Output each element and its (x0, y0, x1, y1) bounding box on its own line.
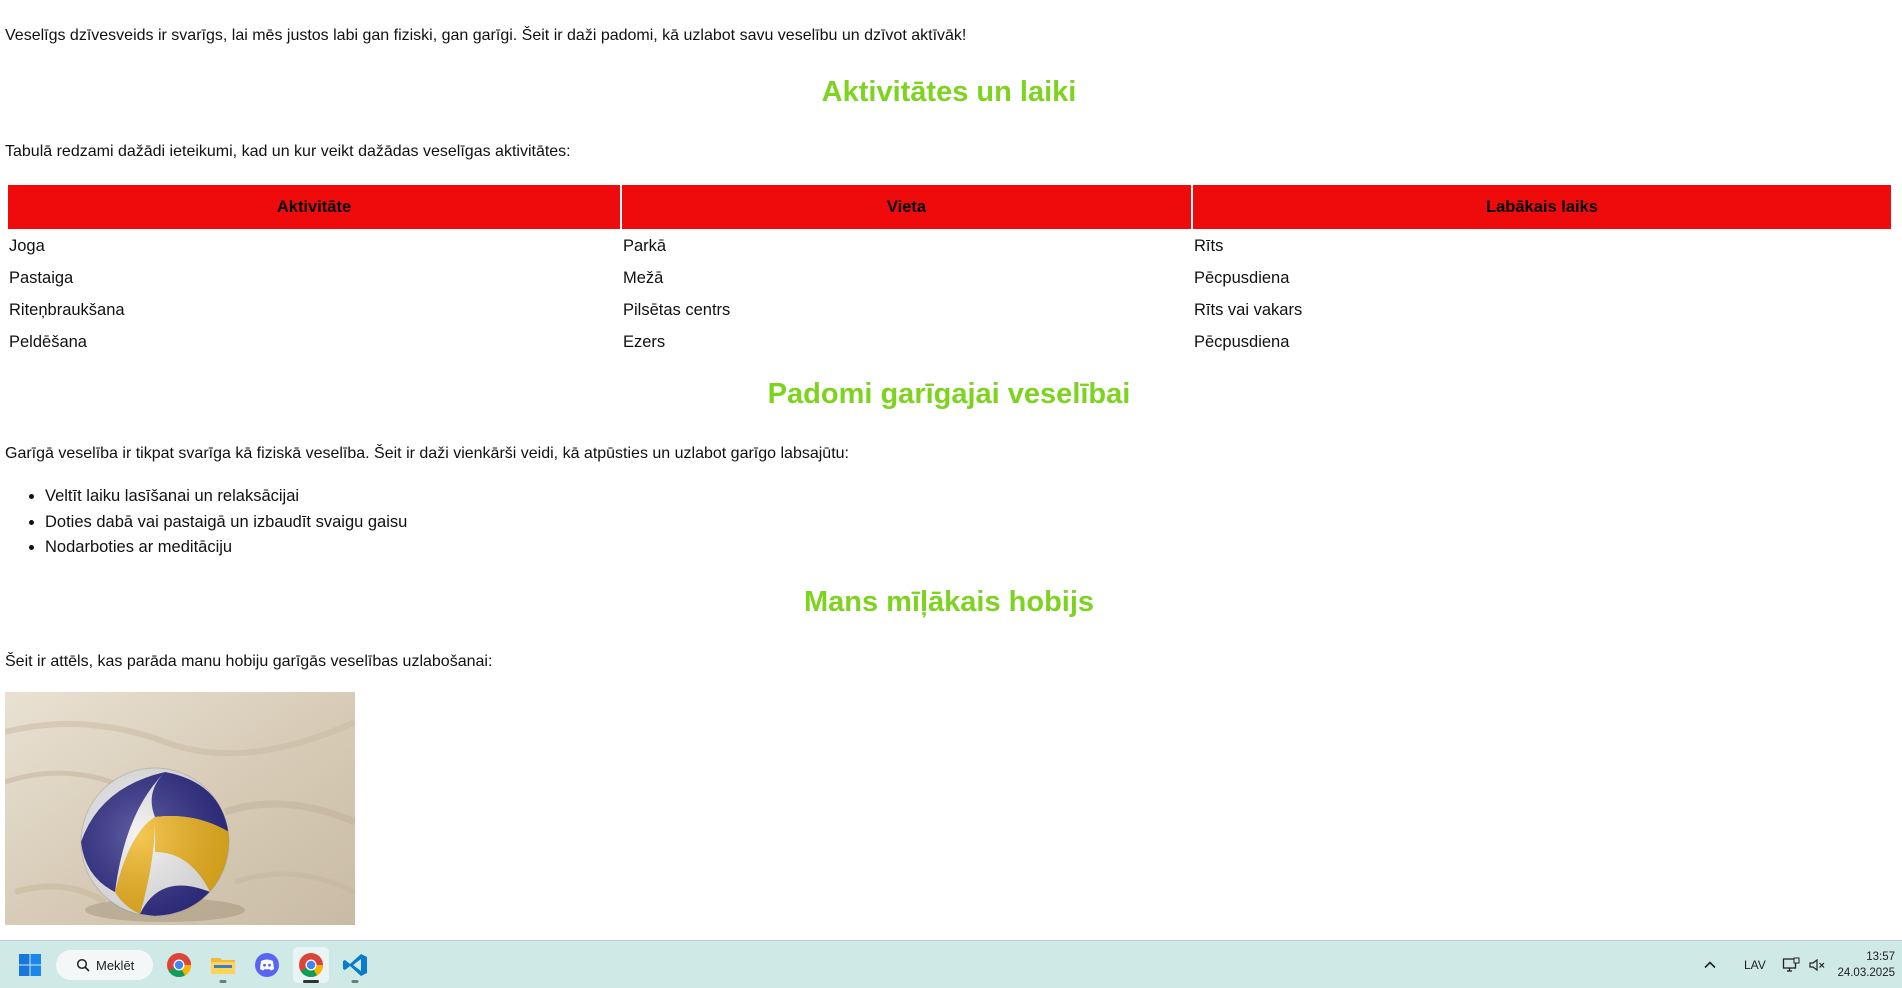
taskbar-app-chrome[interactable] (161, 947, 197, 983)
volume-muted-icon (1809, 958, 1825, 971)
taskbar-search[interactable]: Meklēt (56, 950, 153, 980)
volleyball-image (5, 692, 355, 925)
intro-paragraph: Veselīgs dzīvesveids ir svarīgs, lai mēs… (5, 27, 967, 44)
running-indicator (219, 980, 227, 983)
activities-table: Aktivitāte Vieta Labākais laiks Joga Par… (6, 183, 1893, 359)
tray-overflow-button[interactable] (1703, 941, 1717, 988)
column-header-place: Vieta (622, 185, 1191, 229)
hobby-intro: Šeit ir attēls, kas parāda manu hobiju g… (5, 653, 493, 670)
taskbar-app-vscode[interactable] (337, 947, 373, 983)
table-row: Joga Parkā Rīts (8, 231, 1891, 261)
browser-page: Veselīgs dzīvesveids ir svarīgs, lai mēs… (0, 0, 1902, 940)
table-cell: Rīts vai vakars (1194, 300, 1303, 319)
table-cell: Parkā (623, 236, 667, 255)
clock-time: 13:57 (1866, 951, 1895, 963)
network-icon (1782, 957, 1800, 972)
vscode-icon (343, 954, 367, 976)
mental-health-tips-list: Veltīt laiku lasīšanai un relaksācijai D… (0, 484, 407, 561)
list-item: Nodarboties ar meditāciju (45, 535, 407, 561)
active-indicator (303, 980, 319, 983)
taskbar-app-chrome-active[interactable] (293, 947, 329, 983)
table-row: Peldēšana Ezers Pēcpusdiena (8, 327, 1891, 357)
table-row: Riteņbraukšana Pilsētas centrs Rīts vai … (8, 295, 1891, 325)
network-icon-button[interactable] (1782, 941, 1800, 988)
volume-icon-button[interactable] (1808, 941, 1826, 988)
table-header-row: Aktivitāte Vieta Labākais laiks (8, 185, 1891, 229)
chrome-icon (299, 953, 323, 978)
language-label: LAV (1744, 957, 1766, 972)
start-button[interactable] (12, 947, 48, 983)
column-header-best-time: Labākais laiks (1193, 185, 1891, 229)
windows-start-icon (19, 954, 41, 976)
file-explorer-icon (211, 958, 235, 974)
taskbar-clock[interactable]: 13:57 24.03.2025 (1837, 949, 1895, 981)
table-cell: Riteņbraukšana (9, 300, 125, 319)
activities-heading: Aktivitātes un laiki (821, 76, 1077, 108)
list-item: Doties dabā vai pastaigā un izbaudīt sva… (45, 510, 407, 536)
chrome-icon (167, 953, 191, 978)
running-indicator (351, 980, 359, 983)
language-indicator[interactable]: LAV (1744, 941, 1766, 988)
hobby-heading: Mans mīļākais hobijs (803, 586, 1095, 618)
mental-health-heading: Padomi garīgajai veselībai (767, 378, 1131, 410)
table-cell: Joga (9, 236, 45, 255)
column-header-activity: Aktivitāte (8, 185, 620, 229)
table-cell: Ezers (623, 332, 666, 351)
table-cell: Pēcpusdiena (1194, 332, 1290, 351)
table-cell: Pastaiga (9, 268, 74, 287)
clock-date: 24.03.2025 (1837, 967, 1895, 979)
windows-taskbar: Meklēt LAV 13:57 24.03.2025 (0, 940, 1902, 988)
taskbar-app-file-explorer[interactable] (205, 947, 241, 983)
activities-intro: Tabulā redzami dažādi ieteikumi, kad un … (5, 143, 571, 160)
table-row: Pastaiga Mežā Pēcpusdiena (8, 263, 1891, 293)
taskbar-app-discord[interactable] (249, 947, 285, 983)
table-cell: Rīts (1194, 236, 1224, 255)
search-label: Meklēt (96, 957, 135, 973)
list-item: Veltīt laiku lasīšanai un relaksācijai (45, 484, 407, 510)
chevron-up-icon (1704, 960, 1716, 968)
discord-icon (255, 953, 279, 977)
table-cell: Pēcpusdiena (1194, 268, 1290, 287)
mental-health-intro: Garīgā veselība ir tikpat svarīga kā fiz… (5, 445, 849, 462)
search-icon (76, 958, 90, 972)
table-cell: Mežā (623, 268, 664, 287)
table-cell: Pilsētas centrs (623, 300, 731, 319)
table-cell: Peldēšana (9, 332, 87, 351)
